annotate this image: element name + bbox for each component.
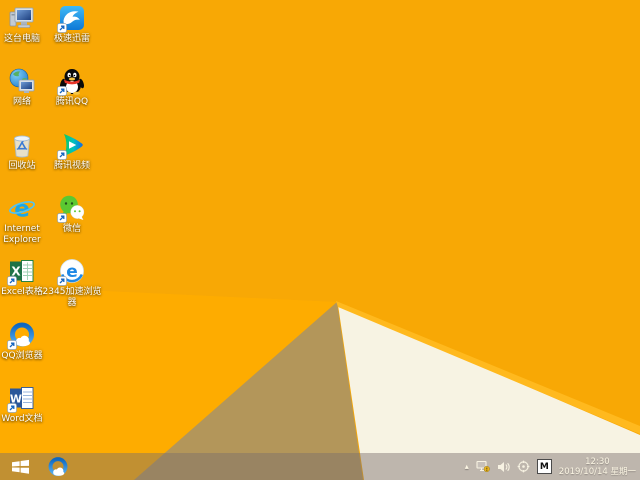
icon-label: 网络 xyxy=(12,97,31,107)
desktop-icon-xunlei[interactable]: 极速迅雷 xyxy=(42,3,102,45)
icon-label: Excel表格 xyxy=(1,287,43,297)
windows-logo-icon xyxy=(11,459,29,474)
taskbar-pinned-qq-browser[interactable] xyxy=(46,455,69,478)
wechat-icon xyxy=(57,193,87,223)
shortcut-arrow-icon xyxy=(7,276,17,286)
desktop-icon-tencent-qq[interactable]: 腾讯QQ xyxy=(42,66,102,108)
this-pc-icon xyxy=(7,3,37,33)
system-tray: ▴ M 12:30 2019/10/14 星期一 xyxy=(465,457,640,477)
shortcut-arrow-icon xyxy=(57,86,67,96)
icon-label: 这台电脑 xyxy=(3,34,40,44)
icon-label: Word文档 xyxy=(1,414,43,424)
start-button[interactable] xyxy=(9,458,31,475)
qq-browser-icon xyxy=(48,456,67,476)
desktop-icon-tencent-video[interactable]: 腾讯视频 xyxy=(42,130,102,172)
browser-2345-icon: e xyxy=(57,256,87,286)
icon-label: 2345加速浏览器 xyxy=(42,287,102,308)
icon-label: 回收站 xyxy=(8,161,36,171)
icon-label: 极速迅雷 xyxy=(53,34,90,44)
icon-label: 微信 xyxy=(62,224,81,234)
word-icon: W xyxy=(7,383,37,413)
desktop-icon-word[interactable]: W Word文档 xyxy=(0,383,52,425)
shortcut-arrow-icon xyxy=(57,276,67,286)
network-icon xyxy=(7,66,37,96)
desktop-icon-qq-browser[interactable]: QQ浏览器 xyxy=(0,320,52,362)
qq-browser-icon xyxy=(7,320,37,350)
clock-date: 2019/10/14 星期一 xyxy=(558,466,636,477)
shortcut-arrow-icon xyxy=(7,340,17,350)
volume-icon[interactable] xyxy=(497,461,510,473)
taskbar-clock[interactable]: 12:30 2019/10/14 星期一 xyxy=(559,457,636,477)
xunlei-icon xyxy=(57,3,87,33)
internet-explorer-icon: e xyxy=(7,193,37,223)
icon-label: QQ浏览器 xyxy=(1,351,43,361)
icon-label: 腾讯QQ xyxy=(55,97,89,107)
shortcut-arrow-icon xyxy=(57,23,67,33)
icon-label: 腾讯视频 xyxy=(53,161,90,171)
svg-text:e: e xyxy=(66,262,78,282)
tencent-video-icon xyxy=(57,130,87,160)
excel-icon: X xyxy=(7,256,37,286)
input-method-indicator[interactable]: M xyxy=(536,459,552,474)
shortcut-arrow-icon xyxy=(57,213,67,223)
taskbar: ▴ M 12:30 2019/10/14 星期一 xyxy=(0,453,640,480)
safety-center-icon[interactable] xyxy=(517,460,530,473)
desktop: 这台电脑 极速迅雷 网络 腾讯QQ 回收站 腾讯视频 e Internet Ex… xyxy=(0,0,640,480)
shortcut-arrow-icon xyxy=(57,150,67,160)
show-hidden-icons-button[interactable]: ▴ xyxy=(465,462,469,471)
recycle-bin-icon xyxy=(7,130,37,160)
clock-time: 12:30 xyxy=(585,456,610,467)
shortcut-arrow-icon xyxy=(7,403,17,413)
network-status-icon[interactable] xyxy=(476,460,490,473)
desktop-icon-wechat[interactable]: 微信 xyxy=(42,193,102,235)
qq-penguin-icon xyxy=(57,66,87,96)
desktop-icon-browser-2345[interactable]: e 2345加速浏览器 xyxy=(42,256,102,308)
